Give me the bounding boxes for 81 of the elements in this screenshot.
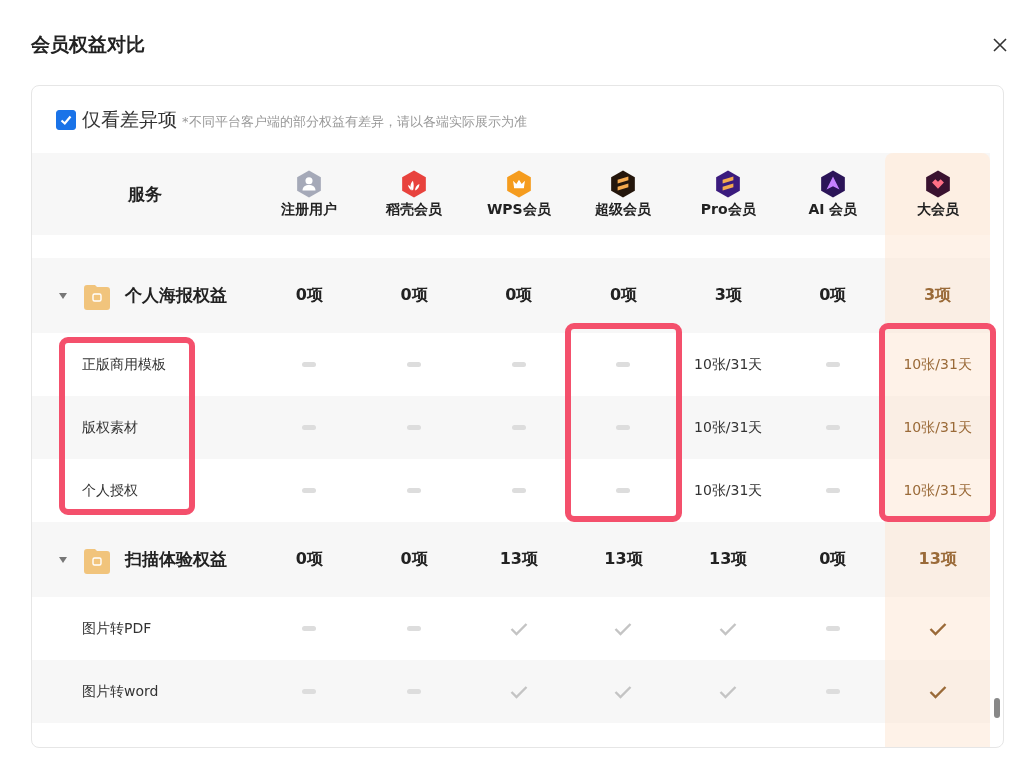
quota-text: 10张/31天 (694, 355, 763, 374)
dash-icon (825, 425, 840, 430)
count-text: 0项 (505, 285, 533, 306)
dash-icon (407, 626, 422, 631)
benefit-name: 正版商用模板 (82, 355, 166, 374)
benefit-name: 图片转PDF (82, 619, 152, 638)
count-text: 13项 (709, 549, 748, 570)
benefit-name: 版权素材 (82, 418, 138, 437)
checkmark-icon (719, 621, 738, 636)
expand-triangle-icon[interactable] (58, 554, 68, 565)
hexagon-badge-icon (401, 169, 428, 198)
count-text: 0项 (609, 285, 638, 306)
checkmark-icon (509, 621, 528, 636)
dash-icon (511, 362, 526, 367)
checkmark-icon (928, 684, 947, 699)
column-header: 超级会员 (595, 200, 652, 219)
checkmark-icon (509, 684, 528, 699)
benefit-name: 图片转word (82, 682, 159, 701)
group-row[interactable]: 扫描体验权益 0项 0项 13项 13项 13项 0项 13项 (32, 522, 990, 597)
column-header: AI 会员 (808, 200, 858, 219)
dash-icon (302, 626, 317, 631)
count-text: 13项 (499, 549, 538, 570)
dash-icon (825, 689, 840, 694)
quota-text: 10张/31天 (903, 481, 972, 500)
hexagon-badge-icon (610, 169, 637, 198)
count-text: 3项 (714, 285, 742, 306)
dash-icon (616, 425, 631, 430)
dash-icon (407, 425, 422, 430)
dash-icon (407, 362, 422, 367)
count-text: 0项 (400, 549, 428, 570)
hexagon-badge-icon (819, 169, 846, 198)
dash-icon (302, 425, 317, 430)
column-header: Pro会员 (700, 200, 756, 219)
quota-text: 10张/31天 (903, 418, 972, 437)
count-text: 0项 (400, 285, 428, 306)
checkmark-icon (719, 684, 738, 699)
dash-icon (616, 488, 631, 493)
dash-icon (302, 488, 317, 493)
dash-icon (407, 488, 422, 493)
quota-text: 10张/31天 (694, 481, 763, 500)
benefit-name: 个人授权 (82, 481, 138, 500)
scrollbar-thumb[interactable] (994, 698, 1000, 718)
dash-icon (302, 689, 317, 694)
dash-icon (407, 689, 422, 694)
dash-icon (825, 362, 840, 367)
count-text: 3项 (924, 285, 952, 306)
checkmark-icon (614, 684, 633, 699)
quota-text: 10张/31天 (903, 355, 972, 374)
column-header: 稻壳会员 (386, 200, 443, 219)
hexagon-badge-icon (924, 169, 951, 198)
column-header: WPS会员 (486, 200, 551, 219)
expand-triangle-icon[interactable] (58, 290, 68, 301)
checkmark-icon (614, 621, 633, 636)
group-row[interactable]: 个人海报权益 0项 0项 0项 0项 3项 0项 3项 (32, 258, 990, 333)
hexagon-badge-icon (505, 169, 532, 198)
close-icon[interactable] (992, 37, 1008, 53)
dialog-title: 会员权益对比 (31, 32, 145, 57)
count-text: 13项 (604, 549, 643, 570)
checkmark-icon (928, 621, 947, 636)
hexagon-badge-icon (715, 169, 742, 198)
checkbox[interactable] (56, 109, 76, 130)
group-title: 扫描体验权益 (125, 548, 227, 571)
dash-icon (616, 362, 631, 367)
hexagon-badge-icon (296, 169, 323, 198)
dash-icon (511, 425, 526, 430)
note-text: *不同平台客户端的部分权益有差异，请以各端实际展示为准 (182, 112, 527, 131)
count-text: 13项 (918, 549, 957, 570)
column-header: 注册用户 (281, 200, 338, 219)
dash-icon (825, 488, 840, 493)
quota-text: 10张/31天 (694, 418, 763, 437)
dash-icon (302, 362, 317, 367)
count-text: 0项 (295, 549, 323, 570)
count-text: 0项 (819, 549, 847, 570)
column-header: 服务 (127, 182, 162, 206)
dash-icon (825, 626, 840, 631)
count-text: 0项 (295, 285, 323, 306)
filter-label[interactable]: 仅看差异项 (82, 106, 177, 133)
dash-icon (511, 488, 526, 493)
group-title: 个人海报权益 (125, 284, 227, 307)
column-header: 大会员 (916, 200, 959, 219)
count-text: 0项 (819, 285, 847, 306)
